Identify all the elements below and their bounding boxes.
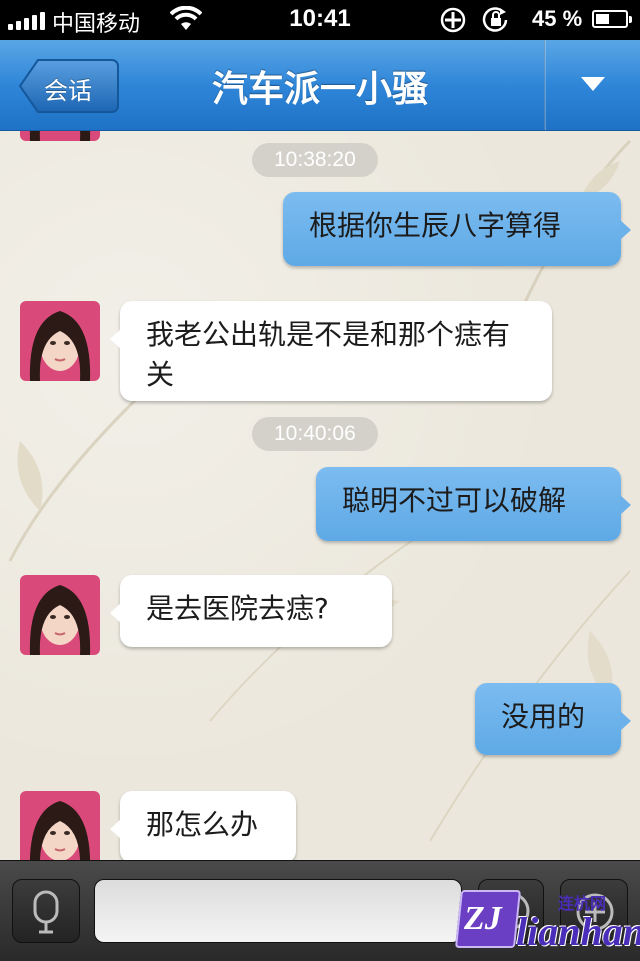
orientation-lock-icon <box>482 7 512 39</box>
avatar[interactable] <box>20 301 100 381</box>
page-title: 汽车派一小骚 <box>211 69 428 110</box>
location-icon <box>440 7 466 39</box>
message-bubble-outgoing[interactable]: 根据你生辰八字算得 <box>283 192 631 266</box>
avatar[interactable] <box>20 131 100 141</box>
battery-percent: 45 % <box>532 6 583 31</box>
navigation-bar: 会话 汽车派一小骚 <box>0 40 640 131</box>
watermark-word: lianhang <box>516 909 640 954</box>
timestamp: 10:38:20 <box>252 143 378 177</box>
avatar[interactable] <box>20 791 100 860</box>
back-button[interactable]: 会话 <box>18 58 120 114</box>
avatar[interactable] <box>20 575 100 655</box>
status-bar: 中国移动 10:41 45 % <box>0 0 640 40</box>
watermark: ZJ 连杭网 lianhang <box>454 878 640 960</box>
message-bubble-incoming[interactable]: 我老公出轨是不是和那个痣有关 <box>110 301 552 401</box>
chat-area[interactable]: 10:38:20 根据你生辰八字算得 我老公出轨是不是和那个痣有关 10:40:… <box>0 131 640 860</box>
voice-button[interactable] <box>12 879 80 943</box>
message-bubble-incoming[interactable]: 是去医院去痣? <box>110 575 392 647</box>
message-bubble-incoming[interactable]: 那怎么办 <box>110 791 296 860</box>
watermark-logo: ZJ <box>464 900 502 937</box>
message-input[interactable] <box>94 879 462 943</box>
back-label: 会话 <box>44 77 92 105</box>
message-bubble-outgoing[interactable]: 没用的 <box>475 683 631 755</box>
microphone-icon <box>33 890 59 934</box>
dropdown-triangle-icon <box>581 77 605 91</box>
menu-button[interactable] <box>546 40 640 130</box>
battery-icon <box>592 10 632 28</box>
message-bubble-outgoing[interactable]: 聪明不过可以破解 <box>316 467 631 541</box>
timestamp: 10:40:06 <box>252 417 378 451</box>
